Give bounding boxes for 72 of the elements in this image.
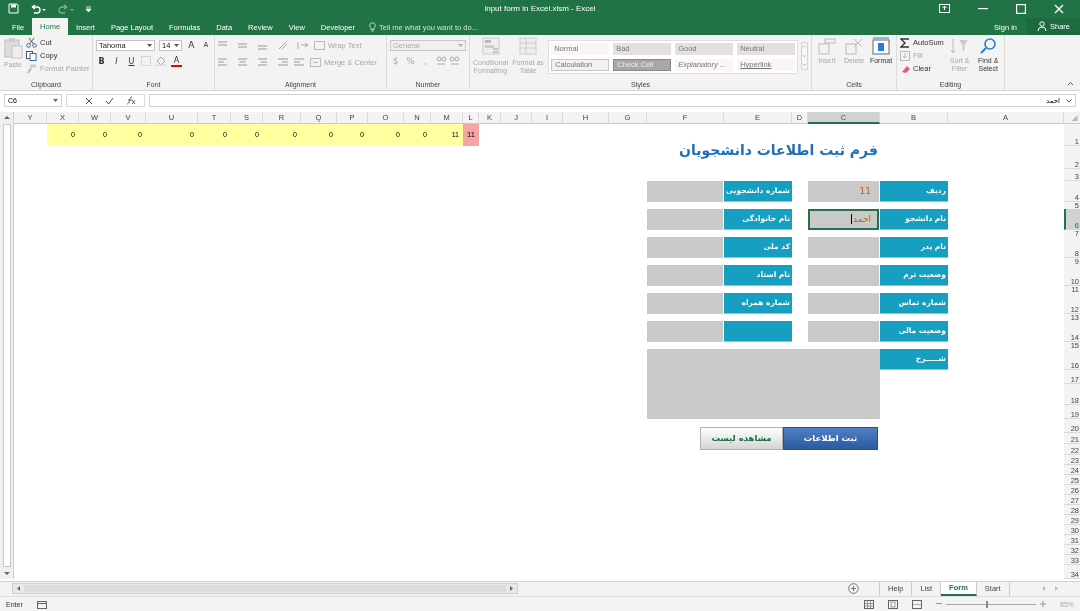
maximize-icon[interactable] [1016, 3, 1026, 14]
fill-down-icon [900, 50, 910, 61]
scroll-up-icon[interactable] [2, 113, 11, 121]
underline-button[interactable]: U [126, 56, 137, 66]
page-break-icon[interactable] [912, 599, 922, 609]
input-field[interactable] [808, 236, 879, 258]
vertical-scrollbar[interactable] [0, 111, 14, 579]
caret-icon [458, 43, 463, 47]
merge-icon [310, 58, 321, 68]
delete-cells-icon [845, 36, 863, 55]
form-button[interactable]: مشاهده لیست [700, 426, 783, 450]
zoom-in-icon[interactable] [1040, 601, 1046, 608]
page-layout-icon[interactable] [888, 599, 898, 609]
input-field[interactable] [808, 292, 879, 314]
person-icon [1037, 21, 1047, 32]
close-icon[interactable] [1054, 3, 1064, 14]
input-field[interactable] [647, 180, 723, 202]
scroll-down-icon[interactable] [2, 569, 11, 577]
sigma-icon [900, 37, 910, 48]
form-title: فرم ثبت اطلاعات دانشجویان [679, 142, 878, 158]
horizontal-scrollbar[interactable] [12, 583, 518, 595]
zoom-out-icon[interactable] [936, 603, 942, 606]
window-title: input form in Excel.xlsm - Excel [484, 4, 596, 14]
indent-icon[interactable] [278, 58, 306, 68]
check-icon[interactable] [105, 96, 114, 105]
sheet-navigation-icon[interactable] [1040, 585, 1060, 593]
grow-font-button[interactable]: A [186, 40, 197, 51]
minimize-icon[interactable] [978, 7, 988, 10]
input-field[interactable] [808, 264, 879, 286]
input-field[interactable] [647, 292, 723, 314]
collapse-ribbon-icon[interactable] [1067, 80, 1074, 86]
cancel-icon[interactable] [85, 96, 93, 105]
redo-icon[interactable] [57, 3, 75, 14]
input-field[interactable] [647, 208, 723, 230]
brush-icon [26, 63, 37, 74]
expand-icon[interactable] [1066, 98, 1072, 103]
description-field[interactable] [647, 348, 880, 419]
italic-button[interactable]: I [111, 56, 122, 66]
scissors-icon [26, 37, 37, 48]
insert-cells-icon [818, 36, 836, 55]
input-field[interactable] [808, 320, 879, 342]
gallery-scroll-icon[interactable] [801, 39, 808, 72]
lightbulb-icon [369, 22, 376, 33]
font-color-button[interactable]: A [171, 55, 182, 67]
input-field[interactable] [647, 320, 723, 342]
undo-icon[interactable] [29, 3, 47, 14]
wrap-text-icon [314, 41, 325, 51]
caret-icon [147, 43, 153, 47]
decimal-icons[interactable] [435, 56, 461, 66]
search-icon [979, 36, 998, 55]
select-all-icon[interactable] [1064, 111, 1080, 124]
copy-icon [26, 50, 37, 61]
eraser-icon [900, 63, 910, 74]
zoom-slider-thumb[interactable] [986, 600, 989, 608]
caret-icon [174, 43, 180, 47]
scroll-right-icon[interactable] [508, 585, 515, 593]
function-icon[interactable] [126, 96, 136, 106]
text-direction-icon[interactable] [296, 41, 310, 51]
normal-view-icon[interactable] [864, 599, 874, 609]
add-sheet-icon[interactable] [848, 583, 859, 595]
bold-button[interactable]: B [96, 56, 107, 66]
fill-bucket-icon[interactable] [155, 56, 167, 67]
customize-icon[interactable] [85, 4, 92, 13]
input-field[interactable] [647, 264, 723, 286]
save-icon[interactable] [8, 3, 19, 15]
caret-icon [53, 99, 58, 103]
input-field[interactable] [647, 236, 723, 258]
form-button[interactable]: ثبت اطلاعات [783, 426, 878, 450]
scroll-left-icon[interactable] [15, 585, 22, 593]
borders-icon[interactable] [141, 56, 151, 67]
macro-record-icon[interactable] [36, 599, 47, 609]
ribbon-display-icon[interactable] [939, 4, 950, 14]
